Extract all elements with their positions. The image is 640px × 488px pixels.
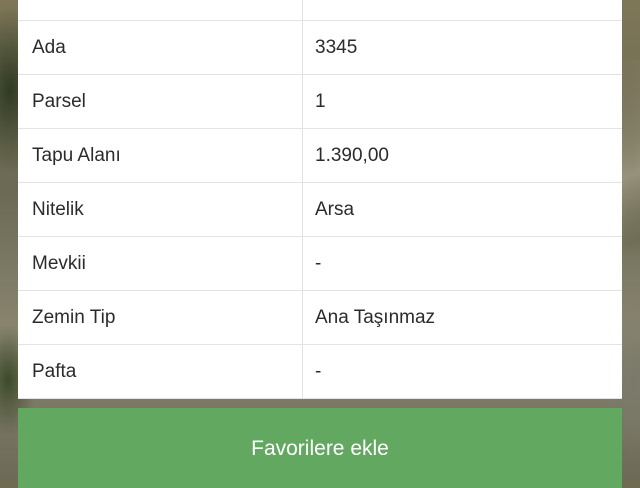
row-value: Ana Taşınmaz	[315, 306, 436, 328]
table-row-nitelik: Nitelik Arsa	[18, 183, 622, 237]
row-value: -	[315, 252, 322, 274]
table-row-mahalle-no: Mahalle No 129546	[18, 0, 622, 21]
row-value: 1.390,00	[315, 144, 389, 166]
parcel-details-table: Mahalle No 129546 Ada 3345 Parsel 1 Tapu…	[18, 0, 622, 399]
row-label: Mahalle No	[18, 0, 303, 20]
row-label: Parsel	[18, 75, 303, 128]
row-value: 3345	[315, 36, 358, 58]
row-label: Nitelik	[18, 183, 303, 236]
row-label: Tapu Alanı	[18, 129, 303, 182]
row-value: 129546	[303, 0, 622, 20]
row-label: Mevkii	[18, 237, 303, 290]
row-label: Pafta	[18, 345, 303, 398]
table-row-tapu-alani: Tapu Alanı 1.390,00	[18, 129, 622, 183]
table-row-parsel: Parsel 1	[18, 75, 622, 129]
row-value: 1	[315, 90, 326, 112]
table-row-ada: Ada 3345	[18, 21, 622, 75]
table-row-zemin-tip: Zemin Tip Ana Taşınmaz	[18, 291, 622, 345]
row-value: Arsa	[315, 198, 355, 220]
table-row-mevkii: Mevkii -	[18, 237, 622, 291]
row-label: Ada	[18, 21, 303, 74]
add-to-favorites-button[interactable]: Favorilere ekle	[18, 408, 622, 488]
row-label: Zemin Tip	[18, 291, 303, 344]
table-row-pafta: Pafta -	[18, 345, 622, 399]
row-value: -	[315, 360, 322, 382]
